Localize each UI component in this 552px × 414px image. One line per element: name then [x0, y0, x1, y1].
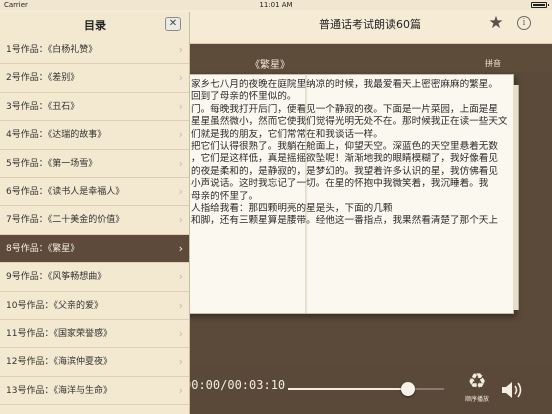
progress-slider[interactable] — [288, 388, 444, 390]
toc-item[interactable]: 13号作品：《海洋与生命》 › — [0, 377, 189, 406]
chevron-right-icon: › — [178, 99, 183, 113]
page-line: 的夜是柔和的，是静寂的，是梦幻的。我望着许多认识的星，我仿佛看见 — [191, 165, 498, 177]
repeat-mode-label: 顺序播放 — [464, 396, 489, 403]
chevron-right-icon: › — [178, 184, 183, 198]
chevron-right-icon: › — [178, 241, 183, 255]
toc-item[interactable]: 2号作品：《差别》 › — [0, 64, 189, 93]
toc-item-label: 11号作品：《国家荣誉感》 — [6, 328, 112, 339]
page-line: 人指给我看：那四颗明亮的星是头，下面的几颗 — [191, 203, 393, 215]
chevron-right-icon: › — [178, 43, 183, 56]
chevron-right-icon: › — [178, 383, 183, 397]
toc-item-label: 13号作品：《海洋与生命》 — [6, 385, 112, 396]
page-line: 母亲的怀里了。 — [191, 190, 259, 202]
toc-list: 1号作品：《白杨礼赞》 › 2号作品：《差别》 › 3号作品：《丑石》 › 4号作品：《达瑞… — [0, 36, 189, 406]
toc-title: 目录 — [84, 19, 106, 32]
toc-item-label: 10号作品：《父亲的爱》 — [6, 300, 103, 311]
page-line: 把它们认得很熟了。我躺在舱面上，仰望天空。深蓝色的天空里悬着无数 — [191, 141, 498, 153]
page-line: 回到了母亲的怀里似的。 — [191, 91, 297, 103]
page-line: 星星虽然微小，然而它使我们觉得光明无处不在。那时候我正在读一些天文 — [191, 116, 507, 128]
book-page[interactable]: 家乡七八月的夜晚在庭院里纳凉的时候，我最爱看天上密密麻麻的繁星。 回到了母亲的怀里… — [174, 74, 519, 314]
toc-item[interactable]: 6号作品：《读书人是幸福人》 › — [0, 178, 189, 207]
toc-item[interactable]: 3号作品：《丑石》 › — [0, 93, 189, 122]
toc-item[interactable]: 7号作品：《二十美金的价值》 › — [0, 206, 189, 235]
toc-item[interactable]: 8号作品：《繁星》 › — [0, 234, 189, 264]
page-line: 小声说话。这时我忘记了一切。在星的怀抱中我微笑着，我沉睡着。我 — [191, 178, 489, 190]
page-stack-edge — [513, 85, 519, 310]
battery-icon — [531, 2, 549, 8]
page-line: ，它们是这样低，真是摇摇欲坠呢！渐渐地我的眼睛模糊了，我好像看见 — [191, 153, 498, 165]
chevron-right-icon: › — [178, 270, 183, 284]
toc-header: 目录 ✕ — [0, 12, 189, 36]
recycle-icon: ♻ — [467, 369, 487, 393]
playback-time: 00:00/00:03:10 — [184, 378, 286, 392]
chevron-right-icon: › — [178, 128, 183, 142]
chevron-right-icon: › — [178, 156, 183, 170]
toc-item-label: 6号作品：《读书人是幸福人》 — [6, 186, 125, 197]
page-line: 们就是我的朋友，它们常常在和我谈话一样。 — [191, 128, 383, 140]
speaker-icon[interactable] — [500, 380, 526, 400]
close-icon[interactable]: ✕ — [165, 17, 181, 31]
pinyin-button[interactable]: 拼音 — [485, 58, 501, 69]
status-bar: Carrier 11:01 AM — [0, 0, 552, 10]
toc-item[interactable]: 4号作品：《达瑞的故事》 › — [0, 121, 189, 150]
chevron-right-icon: › — [178, 326, 183, 340]
toc-panel: 目录 ✕ 1号作品：《白杨礼赞》 › 2号作品：《差别》 › 3号作品：《丑石》 › 4号作… — [0, 12, 190, 414]
toc-item[interactable]: 11号作品：《国家荣誉感》 › — [0, 320, 189, 349]
star-icon[interactable]: ★ — [487, 14, 505, 32]
progress-fill — [288, 388, 409, 390]
toc-item-label: 3号作品：《丑石》 — [6, 101, 80, 112]
toc-item-label: 2号作品：《差别》 — [6, 73, 80, 84]
info-icon[interactable]: i — [517, 16, 531, 30]
book-title: 《繁星》 — [250, 60, 290, 71]
toc-item[interactable]: 12号作品：《海滨仲夏夜》 › — [0, 348, 189, 377]
progress-knob[interactable] — [401, 382, 416, 396]
page-line: 和脚，还有三颗星算是腰带。经他这一番指点，我果然看清楚了那个天上 — [191, 215, 498, 227]
chevron-right-icon: › — [178, 71, 183, 85]
page-text: 家乡七八月的夜晚在庭院里纳凉的时候，我最爱看天上密密麻麻的繁星。 回到了母亲的怀里… — [191, 79, 507, 228]
toc-item-label: 9号作品：《风筝畅想曲》 — [6, 272, 107, 283]
chevron-right-icon: › — [178, 298, 183, 312]
toc-item[interactable]: 1号作品：《白杨礼赞》 › — [0, 36, 189, 65]
book-title-bar: 《繁星》 拼音 — [170, 48, 552, 72]
repeat-mode-button[interactable]: ♻ 顺序播放 — [460, 370, 494, 410]
toc-item[interactable]: 5号作品：《第一场雪》 › — [0, 150, 189, 178]
toc-item[interactable]: 9号作品：《风筝畅想曲》 › — [0, 263, 189, 292]
toc-item-label: 4号作品：《达瑞的故事》 — [6, 130, 107, 141]
player-controls: 00:00/00:03:10 ♻ 顺序播放 — [170, 366, 552, 414]
chevron-right-icon: › — [178, 355, 183, 369]
clock: 11:01 AM — [259, 1, 293, 9]
chevron-right-icon: › — [178, 213, 183, 227]
toc-item-label: 12号作品：《海滨仲夏夜》 — [6, 357, 112, 368]
toc-item-label: 7号作品：《二十美金的价值》 — [6, 215, 125, 226]
toc-item-label: 1号作品：《白杨礼赞》 — [6, 45, 98, 55]
toc-item-label: 5号作品：《第一场雪》 — [6, 158, 98, 169]
toc-item-label: 8号作品：《繁星》 — [6, 243, 80, 254]
page-line: 门。每晚我打开后门，便看见一个静寂的夜。下面是一片菜园，上面是星 — [191, 103, 498, 115]
page-line: 家乡七八月的夜晚在庭院里纳凉的时候，我最爱看天上密密麻麻的繁星。 — [191, 79, 498, 90]
toc-item[interactable]: 10号作品：《父亲的爱》 › — [0, 292, 189, 320]
